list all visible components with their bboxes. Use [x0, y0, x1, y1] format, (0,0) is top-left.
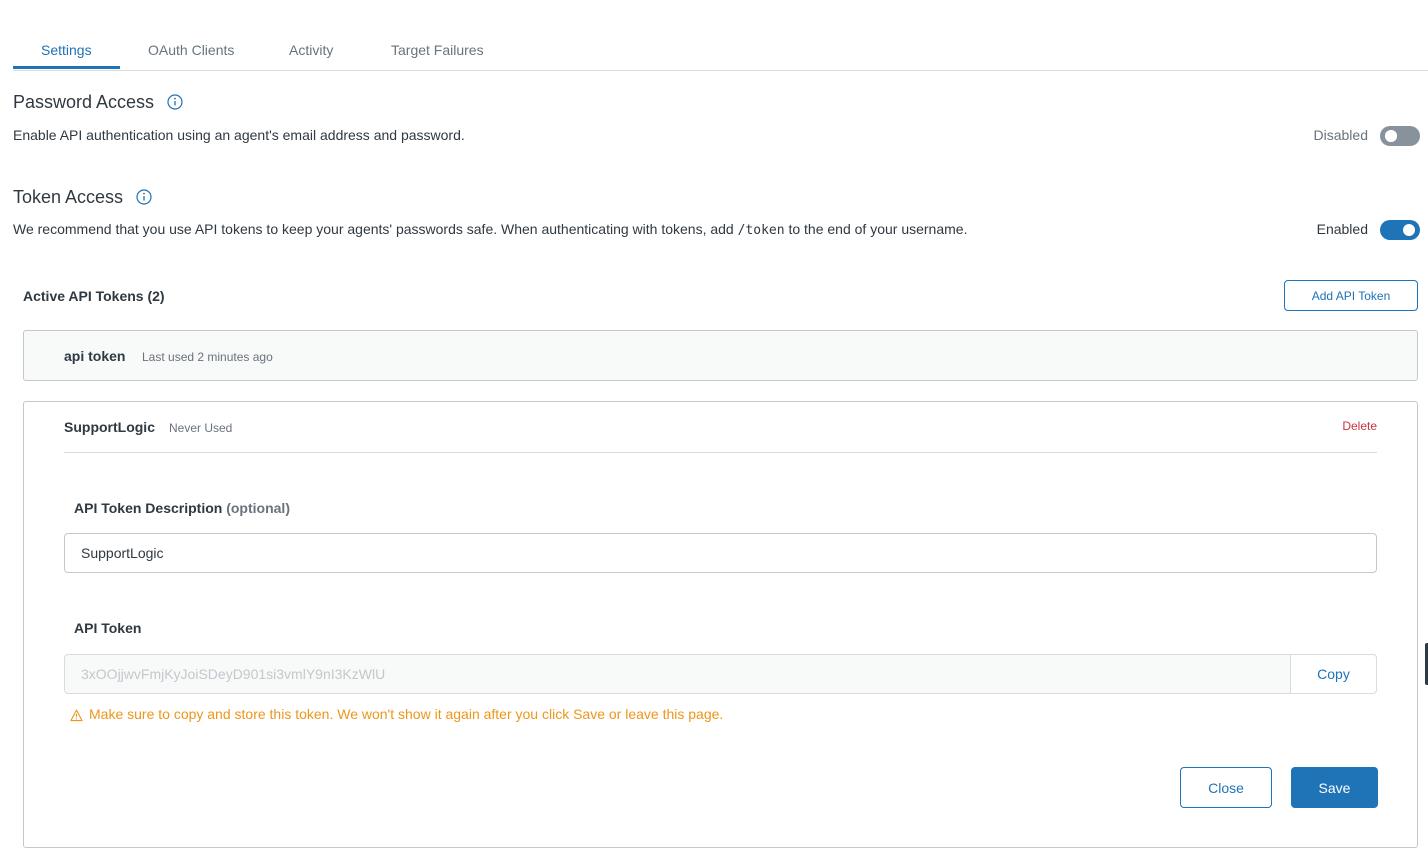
optional-hint: (optional)	[226, 500, 290, 516]
password-access-status: Disabled	[1313, 127, 1368, 143]
save-button[interactable]: Save	[1291, 767, 1378, 808]
token-access-description-text: We recommend that you use API tokens to …	[13, 221, 738, 237]
token-access-description-end: to the end of your username.	[784, 221, 968, 237]
token-row[interactable]: api token Last used 2 minutes ago	[23, 330, 1418, 381]
token-last-used: Last used 2 minutes ago	[142, 350, 273, 364]
token-name: api token	[64, 348, 126, 364]
token-warning: Make sure to copy and store this token. …	[70, 706, 723, 722]
token-last-used: Never Used	[169, 421, 233, 435]
info-icon[interactable]	[167, 94, 183, 110]
toggle-knob	[1385, 130, 1397, 142]
token-description-input[interactable]	[64, 533, 1377, 573]
token-name: SupportLogic	[64, 419, 155, 435]
divider	[64, 452, 1377, 453]
add-api-token-button[interactable]: Add API Token	[1284, 280, 1418, 311]
tab-activity[interactable]: Activity	[289, 42, 333, 58]
active-tab-indicator	[13, 66, 120, 69]
token-suffix-code: /token	[737, 223, 785, 238]
token-access-status: Enabled	[1316, 221, 1368, 237]
password-access-toggle[interactable]	[1380, 126, 1420, 146]
token-access-toggle[interactable]	[1380, 220, 1420, 240]
info-icon[interactable]	[136, 189, 152, 205]
tab-settings[interactable]: Settings	[41, 42, 92, 58]
warning-triangle-icon	[70, 709, 83, 721]
active-tokens-heading: Active API Tokens (2)	[23, 288, 165, 304]
token-editor-card: SupportLogic Never Used Delete API Token…	[23, 401, 1418, 848]
api-token-field[interactable]	[64, 654, 1291, 694]
description-label-text: API Token Description	[74, 500, 223, 516]
api-token-label: API Token	[74, 620, 142, 636]
warning-text: Make sure to copy and store this token. …	[89, 706, 724, 722]
password-access-description: Enable API authentication using an agent…	[13, 127, 465, 143]
tab-target-failures[interactable]: Target Failures	[391, 42, 484, 58]
description-field-label: API Token Description (optional)	[74, 500, 290, 516]
toggle-knob	[1403, 224, 1415, 236]
copy-token-button[interactable]: Copy	[1290, 654, 1377, 694]
delete-token-link[interactable]: Delete	[1342, 419, 1377, 433]
tab-oauth-clients[interactable]: OAuth Clients	[148, 42, 234, 58]
token-access-title: Token Access	[13, 187, 124, 207]
token-access-description: We recommend that you use API tokens to …	[13, 221, 967, 238]
tab-bar: Settings OAuth Clients Activity Target F…	[13, 0, 1428, 71]
password-access-title: Password Access	[13, 92, 155, 112]
close-button[interactable]: Close	[1180, 767, 1272, 808]
